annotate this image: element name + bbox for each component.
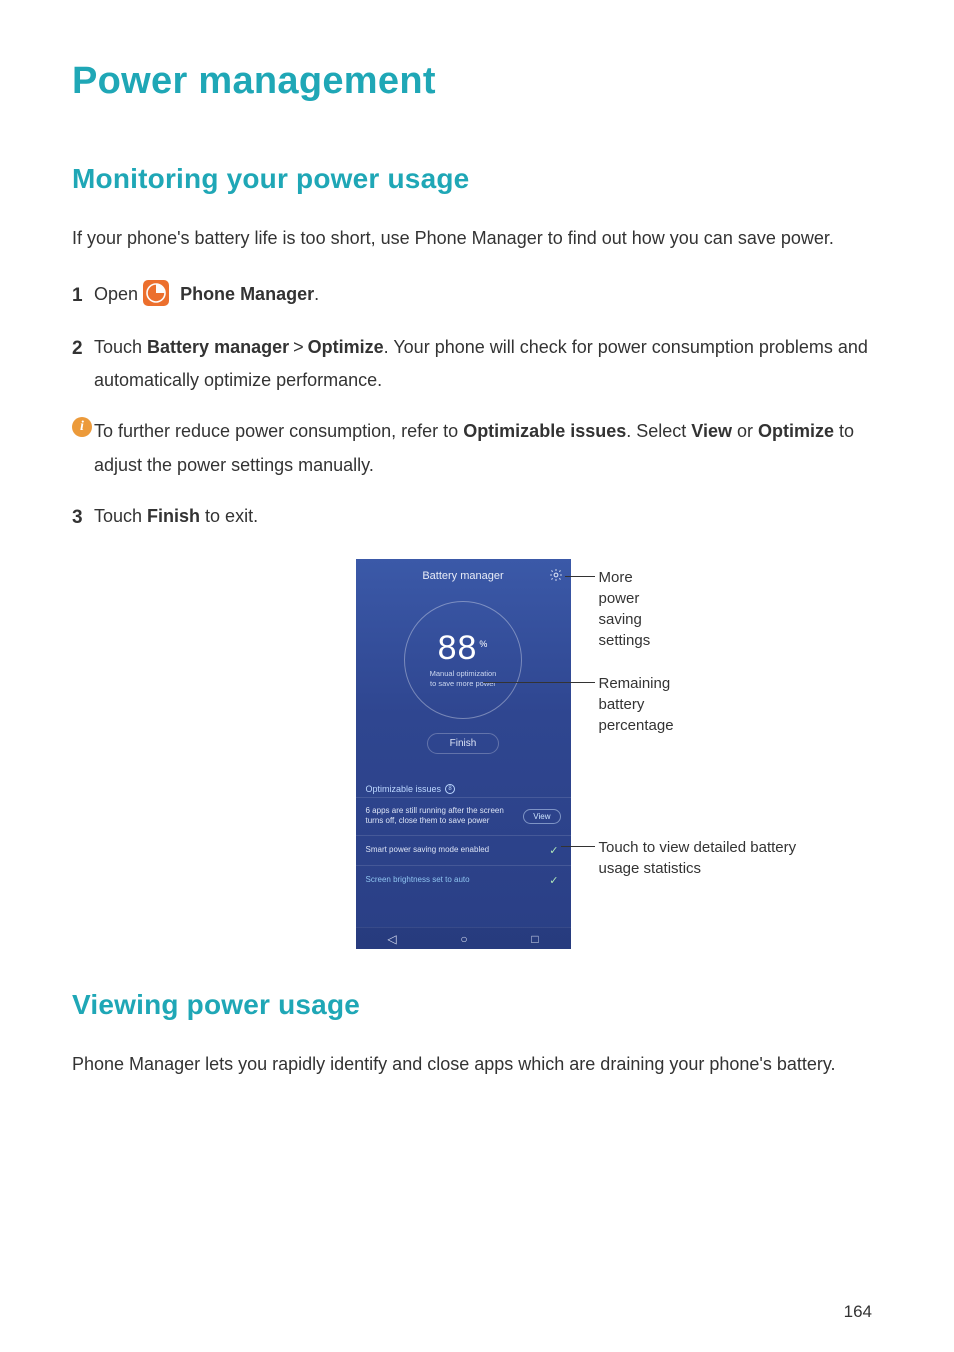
callout-text: More power saving settings — [599, 569, 651, 649]
issue-row-2[interactable]: Smart power saving mode enabled ✓ — [356, 835, 571, 865]
battery-percent-value: 88 — [438, 629, 478, 667]
optimize-label: Optimize — [758, 421, 834, 441]
issue-text: Screen brightness set to auto — [366, 875, 470, 885]
battery-percentage: 88% — [438, 631, 489, 665]
issue-row-1[interactable]: 6 apps are still running after the scree… — [356, 797, 571, 835]
check-icon: ✓ — [549, 844, 560, 857]
text: to save more power — [430, 679, 496, 688]
breadcrumb-separator: > — [289, 331, 308, 364]
step-body: Touch Battery manager>Optimize. Your pho… — [94, 331, 882, 398]
recent-icon[interactable]: □ — [531, 932, 538, 946]
issue-text: Smart power saving mode enabled — [366, 845, 490, 855]
step-1: 1 Open Phone Manager. — [72, 278, 882, 313]
battery-ring-area: 88% Manual optimization to save more pow… — [356, 593, 571, 754]
section-viewing-title: Viewing power usage — [72, 989, 882, 1021]
steps-list: 1 Open Phone Manager. 2 Touch Battery ma… — [72, 278, 882, 535]
ring-subtitle: Manual optimization to save more power — [430, 669, 497, 689]
finish-label: Finish — [147, 506, 200, 526]
text: to exit. — [200, 506, 258, 526]
figure-inner: Battery manager 88% Manual optimization — [356, 559, 599, 949]
text: or — [732, 421, 758, 441]
home-icon[interactable]: ○ — [460, 932, 467, 946]
text: To further reduce power consumption, ref… — [94, 421, 463, 441]
section-viewing-paragraph: Phone Manager lets you rapidly identify … — [72, 1049, 882, 1080]
callout-remaining-battery: Remaining battery percentage — [599, 673, 674, 736]
callout-more-settings: More power saving settings — [599, 567, 651, 651]
view-label: View — [691, 421, 732, 441]
page-title: Power management — [72, 60, 882, 103]
battery-manager-label: Battery manager — [147, 337, 289, 357]
optimizable-issues-label: Optimizable issues — [463, 421, 626, 441]
optimizable-issues-section-label: Optimizable issues 8 — [356, 778, 571, 797]
step-body: Open Phone Manager. — [94, 278, 882, 313]
phone-screenshot: Battery manager 88% Manual optimization — [356, 559, 571, 949]
text: Touch — [94, 506, 147, 526]
optimize-label: Optimize — [308, 337, 384, 357]
page-number: 164 — [844, 1302, 872, 1322]
back-icon[interactable]: ◁ — [387, 932, 396, 946]
text: . — [314, 284, 319, 304]
step-2: 2 Touch Battery manager>Optimize. Your p… — [72, 331, 882, 398]
issue-row-3[interactable]: Screen brightness set to auto ✓ — [356, 865, 571, 895]
issue-text: 6 apps are still running after the scree… — [366, 806, 506, 827]
step-body: Touch Finish to exit. — [94, 500, 882, 535]
step-number: 1 — [72, 278, 94, 313]
text: Manual optimization — [430, 669, 497, 678]
text: Touch — [94, 337, 147, 357]
callout-detailed-stats: Touch to view detailed battery usage sta… — [599, 837, 829, 879]
text: . Select — [626, 421, 691, 441]
intro-paragraph: If your phone's battery life is too shor… — [72, 223, 882, 254]
callout-text: Remaining battery percentage — [599, 675, 674, 734]
section-monitoring-title: Monitoring your power usage — [72, 163, 882, 195]
document-page: Power management Monitoring your power u… — [0, 0, 954, 1352]
finish-button[interactable]: Finish — [427, 733, 500, 754]
step-number: 2 — [72, 331, 94, 398]
check-icon: ✓ — [549, 874, 560, 887]
text: Optimizable issues — [366, 784, 442, 794]
info-icon: i — [72, 415, 94, 482]
gear-icon[interactable] — [549, 568, 563, 585]
issues-count-badge: 8 — [445, 784, 455, 794]
info-body: To further reduce power consumption, ref… — [94, 415, 882, 482]
phone-nav-bar: ◁ ○ □ — [356, 927, 571, 949]
app-name: Phone Manager — [180, 284, 314, 304]
phone-manager-app-icon — [143, 280, 169, 306]
info-note: i To further reduce power consumption, r… — [72, 415, 882, 482]
percent-symbol: % — [477, 639, 488, 649]
step-number: 3 — [72, 500, 94, 535]
callouts-column: More power saving settings Remaining bat… — [571, 559, 599, 949]
figure: Battery manager 88% Manual optimization — [72, 559, 882, 949]
battery-ring: 88% Manual optimization to save more pow… — [404, 601, 522, 719]
phone-header: Battery manager — [356, 559, 571, 593]
callout-text: Touch to view detailed battery usage sta… — [599, 839, 797, 877]
view-button[interactable]: View — [523, 809, 560, 824]
step-3: 3 Touch Finish to exit. — [72, 500, 882, 535]
phone-header-title: Battery manager — [422, 570, 503, 582]
text: Open — [94, 284, 143, 304]
